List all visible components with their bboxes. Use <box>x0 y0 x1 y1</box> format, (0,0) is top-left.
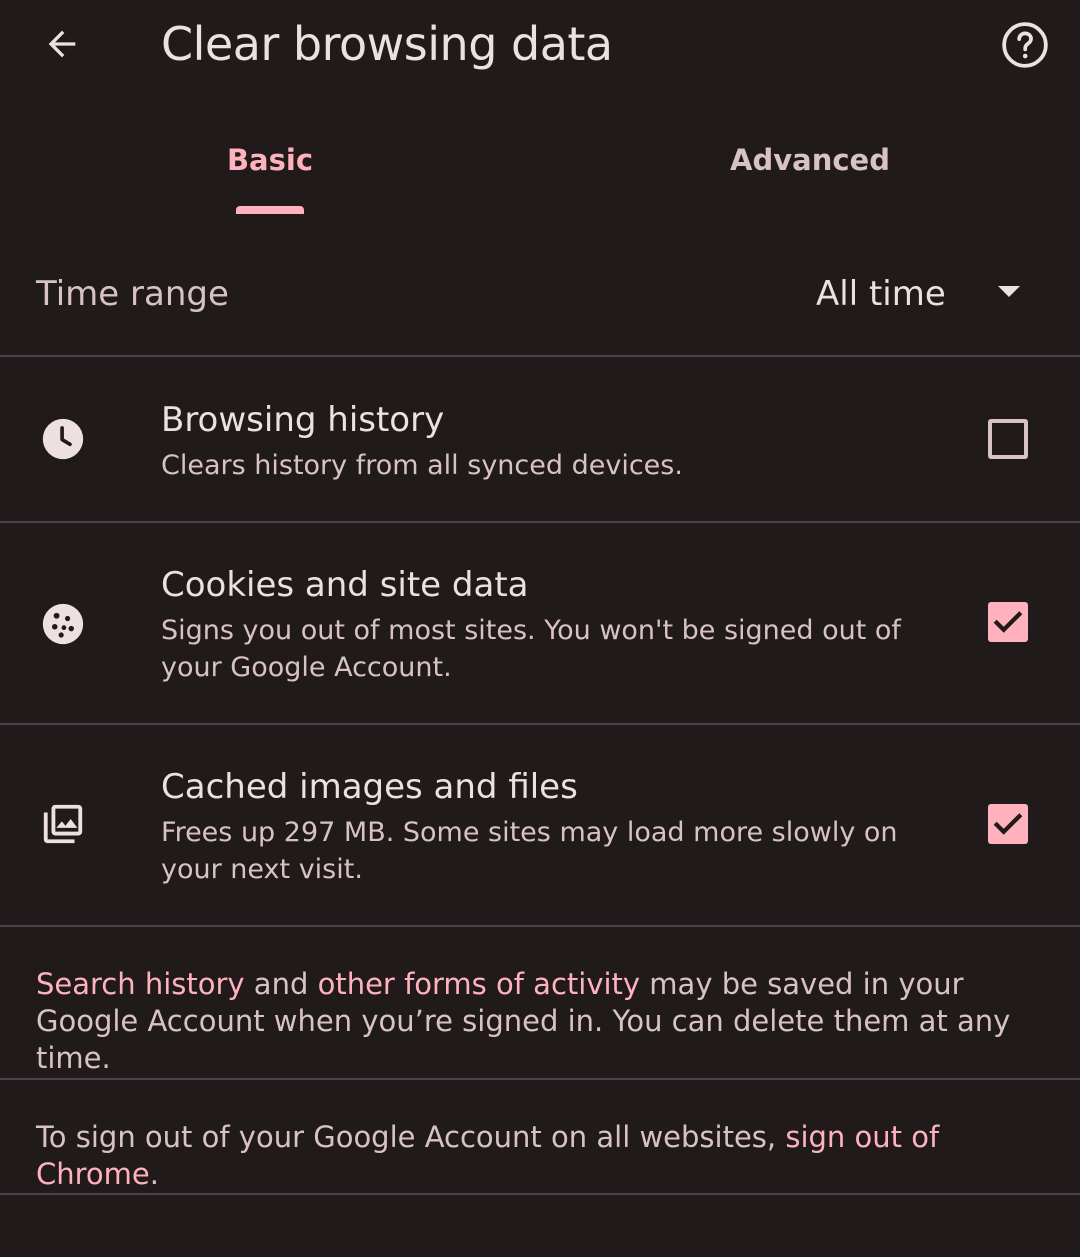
activity-info-text: Search history and other forms of activi… <box>36 966 1046 1077</box>
cached-images-checkbox[interactable] <box>988 804 1028 844</box>
divider <box>0 925 1080 927</box>
checkmark-icon <box>993 611 1023 633</box>
top-app-bar: Clear browsing data <box>0 0 1080 90</box>
option-title: Browsing history <box>161 400 445 440</box>
divider <box>0 1193 1080 1195</box>
browsing-history-checkbox[interactable] <box>988 419 1028 459</box>
image-icon <box>40 801 86 847</box>
time-range-value: All time <box>816 274 946 314</box>
option-description: Clears history from all synced devices. <box>161 450 683 481</box>
option-browsing-history[interactable]: Browsing history Clears history from all… <box>0 357 1080 521</box>
signout-info-text: To sign out of your Google Account on al… <box>36 1119 1046 1193</box>
time-range-dropdown[interactable]: All time <box>800 260 1050 330</box>
time-range-label: Time range <box>36 274 229 314</box>
signout-text-prefix: To sign out of your Google Account on al… <box>36 1120 786 1154</box>
option-description: Signs you out of most sites. You won't b… <box>161 615 901 683</box>
help-button[interactable] <box>990 10 1060 80</box>
checkmark-icon <box>993 813 1023 835</box>
selected-tab-indicator <box>236 206 304 214</box>
option-description: Frees up 297 MB. Some sites may load mor… <box>161 817 898 885</box>
tab-basic-label: Basic <box>226 143 314 177</box>
tab-bar: Basic Advanced <box>0 110 1080 214</box>
option-cached-images[interactable]: Cached images and files Frees up 297 MB.… <box>0 725 1080 925</box>
help-circle-icon <box>1002 22 1048 68</box>
tab-basic[interactable]: Basic <box>0 110 540 214</box>
arrow-left-icon <box>48 30 76 58</box>
other-activity-link[interactable]: other forms of activity <box>318 967 640 1001</box>
signout-text-suffix: . <box>149 1157 159 1191</box>
option-cookies[interactable]: Cookies and site data Signs you out of m… <box>0 523 1080 723</box>
info-text-segment: and <box>244 967 318 1001</box>
option-title: Cookies and site data <box>161 565 529 605</box>
time-range-row: Time range All time <box>0 240 1080 356</box>
back-button[interactable] <box>28 10 96 78</box>
cookie-icon <box>40 601 86 647</box>
cookies-checkbox[interactable] <box>988 602 1028 642</box>
option-title: Cached images and files <box>161 767 578 807</box>
dropdown-arrow-icon <box>998 286 1020 297</box>
page-title: Clear browsing data <box>161 17 613 71</box>
tab-advanced-label: Advanced <box>730 143 890 177</box>
divider <box>0 1078 1080 1080</box>
search-history-link[interactable]: Search history <box>36 967 245 1001</box>
tab-advanced[interactable]: Advanced <box>540 110 1080 214</box>
clock-icon <box>40 416 86 462</box>
